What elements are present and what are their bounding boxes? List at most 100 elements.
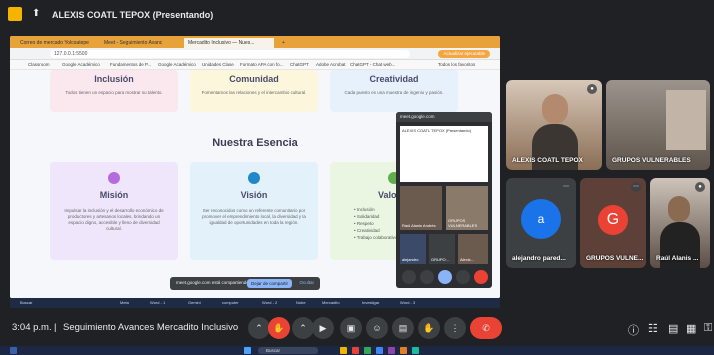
url-field[interactable]: 127.0.0.1:5500 xyxy=(50,50,410,58)
camera-options-button[interactable]: ⌃ xyxy=(292,317,314,339)
bookmark-item[interactable]: Adobe Acrobat xyxy=(316,62,346,67)
windows-taskbar: Buscar xyxy=(0,346,714,355)
bookmark-item[interactable]: Formato APA con fo... xyxy=(240,62,283,67)
list-item-text: Inclusión xyxy=(356,207,375,212)
participant-name: ALEXIS COATL TEPOX xyxy=(512,157,583,164)
audio-indicator-icon: ● xyxy=(695,182,705,192)
participant-tile[interactable]: ● ALEXIS COATL TEPOX xyxy=(506,80,602,170)
start-icon[interactable] xyxy=(244,347,251,354)
room-background xyxy=(666,90,706,150)
app-icon[interactable] xyxy=(364,347,371,354)
participant-tile[interactable]: a ⋯ alejandro pared... xyxy=(506,178,576,268)
browser-tab-mercadito[interactable]: Mercadito Inclusivo — Nues... xyxy=(184,38,274,48)
hide-button[interactable]: Ocultar xyxy=(299,280,314,285)
update-button[interactable]: Actualizar ejecutable xyxy=(438,50,490,58)
activities-icon[interactable]: ▦ xyxy=(686,322,696,335)
bookmark-item[interactable]: Classroom xyxy=(28,62,50,67)
mini-tile: Raúl Alanis Andrés xyxy=(400,186,442,230)
bookmark-item[interactable]: Google Académico xyxy=(158,62,196,67)
taskbar-item[interactable]: Word - 1 xyxy=(150,299,165,307)
more-audio-options-button[interactable]: ⌃ xyxy=(248,317,270,339)
app-icon[interactable] xyxy=(352,347,359,354)
list-item-text: Solidaridad xyxy=(356,214,380,219)
participant-tile[interactable]: ● Raúl Alanis ... xyxy=(650,178,710,268)
more-options-button[interactable]: ⋮ xyxy=(444,317,466,339)
reactions-button[interactable]: ☺ xyxy=(366,317,388,339)
bookmark-item[interactable]: ChatGPT xyxy=(290,62,309,67)
stop-sharing-button[interactable]: Dejar de compartir xyxy=(246,279,292,288)
new-tab-button[interactable]: + xyxy=(278,38,290,48)
bookmark-item[interactable]: Google Académico xyxy=(62,62,100,67)
address-bar: 127.0.0.1:5500 Actualizar ejecutable xyxy=(10,48,500,60)
card-title: Comunidad xyxy=(229,74,279,84)
avatar: a xyxy=(521,199,561,239)
taskbar-item[interactable]: computer xyxy=(222,299,239,307)
mini-more-button[interactable] xyxy=(456,270,470,284)
participant-name: GRUPOS VULNE... xyxy=(586,255,644,262)
meeting-time: 3:04 p.m. xyxy=(12,322,52,333)
card-title: Misión xyxy=(99,190,129,200)
meet-top-bar: ⬆ ALEXIS COATL TEPOX (Presentando) xyxy=(0,0,714,30)
card-creatividad: Creatividad Cada puesto es una muestra d… xyxy=(330,70,458,112)
camera-toggle-button[interactable]: ▶ xyxy=(312,317,334,339)
end-call-button[interactable]: ✆ xyxy=(470,317,502,339)
file-explorer-icon[interactable] xyxy=(340,347,347,354)
bookmark-item[interactable]: Unidades Clase xyxy=(202,62,234,67)
bookmark-item[interactable]: ChatGPT - Chat web... xyxy=(350,62,395,67)
mini-tile: GRUPOS VULNERABLES xyxy=(446,186,488,230)
bookmark-item[interactable]: Fundamentos de P... xyxy=(110,62,151,67)
mic-toggle-button[interactable]: ✋ xyxy=(268,317,290,339)
taskbar-item[interactable]: Meta xyxy=(120,299,129,307)
browser-icon[interactable] xyxy=(376,347,383,354)
mini-camera-button[interactable] xyxy=(420,270,434,284)
card-text: Todos tienen un espacio para mostrar su … xyxy=(65,90,163,95)
app-icon[interactable] xyxy=(400,347,407,354)
taskbar-item[interactable]: Mercadito xyxy=(322,299,340,307)
present-screen-button[interactable]: ▤ xyxy=(392,317,414,339)
card-title: Inclusión xyxy=(94,74,134,84)
app-icon[interactable] xyxy=(412,347,419,354)
mic-muted-icon: ⋯ xyxy=(631,182,641,192)
info-icon[interactable]: ⓘ xyxy=(628,322,639,338)
browser-tab-mail[interactable]: Correo de mercado Yolcoatepe xyxy=(16,38,96,48)
card-vision: Visión Ser reconocidos como un referente… xyxy=(190,162,318,260)
mini-tile-name: Raúl Alanis Andrés xyxy=(402,223,436,228)
meet-control-bar: 3:04 p.m. | Seguimiento Avances Mercadit… xyxy=(0,308,714,346)
widgets-icon[interactable] xyxy=(10,347,17,354)
taskbar-item[interactable]: Word - 3 xyxy=(400,299,415,307)
card-mision: Misión Impulsar la inclusión y el desarr… xyxy=(50,162,178,260)
taskbar-item[interactable]: Gemini xyxy=(188,299,201,307)
raise-hand-button[interactable]: ✋ xyxy=(418,317,440,339)
taskbar-item[interactable]: Buscar xyxy=(20,299,32,307)
participant-tile[interactable]: G ⋯ GRUPOS VULNE... xyxy=(580,178,646,268)
taskbar-search[interactable]: Buscar xyxy=(258,347,318,354)
chat-icon[interactable]: ▤ xyxy=(668,322,678,335)
mini-end-call-button[interactable] xyxy=(474,270,488,284)
meet-logo-icon xyxy=(8,7,22,21)
mini-tile-name: alejandro xyxy=(402,257,419,262)
target-icon xyxy=(108,172,120,184)
separator: | xyxy=(54,322,57,333)
participant-tile[interactable]: GRUPOS VULNERABLES xyxy=(606,80,710,170)
captions-button[interactable]: ▣ xyxy=(340,317,362,339)
card-text: Impulsar la inclusión y el desarrollo ec… xyxy=(64,208,164,231)
browser-tab-meet[interactable]: Meet - Seguimiento Avanc xyxy=(100,38,180,48)
taskbar-item[interactable]: Word - 2 xyxy=(262,299,277,307)
screen-share-notification: meet.google.com está compartiendo la pan… xyxy=(170,277,320,290)
bookmarks-bar: Classroom Google Académico Fundamentos d… xyxy=(10,60,500,70)
browser-tab-strip: Correo de mercado Yolcoatepe Meet - Segu… xyxy=(10,36,500,48)
mini-tile: alejandro xyxy=(400,234,426,264)
mini-present-button[interactable] xyxy=(438,270,452,284)
taskbar-item[interactable]: Nube xyxy=(296,299,306,307)
list-item-text: Creatividad xyxy=(356,228,380,233)
card-title: Visión xyxy=(240,190,268,200)
people-icon[interactable]: ☷ xyxy=(648,322,658,335)
taskbar-item[interactable]: Investigar xyxy=(362,299,379,307)
mini-mic-button[interactable] xyxy=(402,270,416,284)
app-icon[interactable] xyxy=(388,347,395,354)
participant-name: GRUPOS VULNERABLES xyxy=(612,157,691,164)
bookmark-item[interactable]: Todos los favoritos xyxy=(438,62,475,67)
lock-icon[interactable]: ⚿ xyxy=(704,322,712,335)
card-title: Creatividad xyxy=(369,74,419,84)
presenter-title: ALEXIS COATL TEPOX (Presentando) xyxy=(52,10,214,20)
